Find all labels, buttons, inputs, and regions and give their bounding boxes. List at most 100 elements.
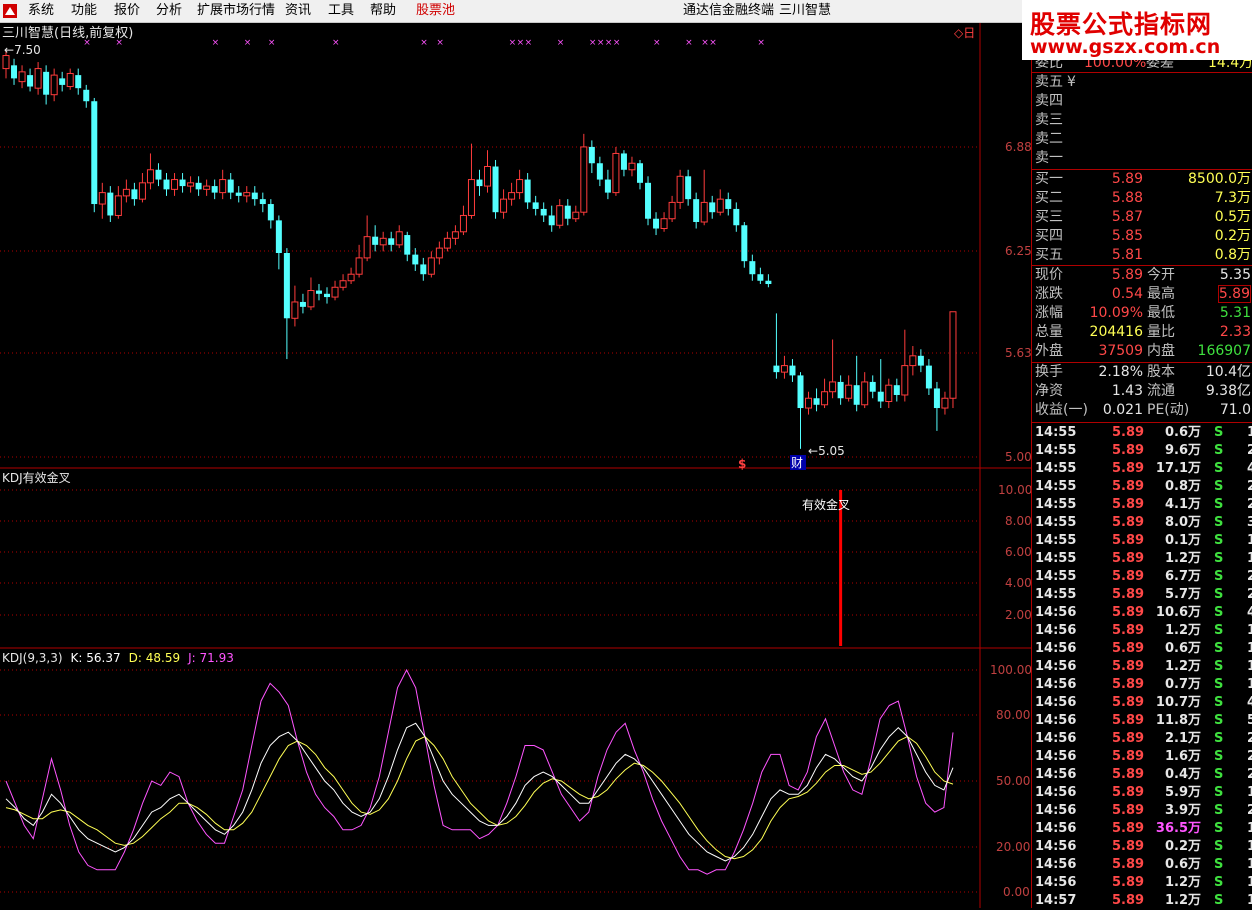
bid-row-3[interactable]: 买三 5.87 0.5万 (1032, 208, 1252, 227)
tick-row[interactable]: 14:55 5.89 8.0万 S 3 (1032, 514, 1252, 532)
kdj-d-value: D: 48.59 (129, 651, 180, 665)
tick-row[interactable]: 14:56 5.89 1.2万 S 1 (1032, 658, 1252, 676)
candle-body (283, 253, 290, 319)
menu-item-extended-market[interactable]: 扩展市场行情 (197, 3, 275, 19)
candle-body (700, 201, 708, 223)
fundamental-label: 换手 (1035, 364, 1063, 380)
tick-time: 14:55 (1035, 479, 1077, 494)
tick-count: 1 (1247, 785, 1252, 800)
tick-row[interactable]: 14:56 5.89 10.7万 S 4 (1032, 694, 1252, 712)
tick-row[interactable]: 14:56 5.89 0.7万 S 1 (1032, 676, 1252, 694)
y-tick-main-3: 5.00 (1005, 450, 1031, 464)
menu-item-stock-pool[interactable]: 股票池 (416, 3, 455, 19)
tick-row[interactable]: 14:55 5.89 0.8万 S 2 (1032, 478, 1252, 496)
tick-row[interactable]: 14:55 5.89 5.7万 S 2 (1032, 586, 1252, 604)
signal-panel-title: KDJ有效金叉 (2, 470, 71, 485)
menu-item-quote[interactable]: 报价 (114, 3, 140, 19)
tick-row[interactable]: 14:55 5.89 0.6万 S 1 (1032, 424, 1252, 442)
stat-row[interactable]: 总量 204416 量比 2.33 (1032, 323, 1252, 342)
bid-row-1[interactable]: 买一 5.89 8500.0万 (1032, 170, 1252, 189)
menu-item-system[interactable]: 系统 (28, 3, 54, 19)
dividend-mark[interactable]: $ (738, 457, 746, 471)
tick-time: 14:56 (1035, 821, 1077, 836)
menu-item-help[interactable]: 帮助 (370, 3, 396, 19)
tick-count: 2 (1247, 587, 1252, 602)
tick-side: S (1214, 803, 1224, 818)
ask-row-3[interactable]: 卖三 (1032, 111, 1252, 130)
bid-row-2[interactable]: 买二 5.88 7.3万 (1032, 189, 1252, 208)
y-tick-kdj-1: 80.00 (996, 708, 1030, 722)
tick-row[interactable]: 14:56 5.89 0.4万 S 2 (1032, 766, 1252, 784)
stat-row[interactable]: 涨跌 0.54 最高 5.89 (1032, 285, 1252, 304)
menu-item-news[interactable]: 资讯 (285, 3, 311, 19)
tick-row[interactable]: 14:55 5.89 0.1万 S 1 (1032, 532, 1252, 550)
tick-volume: 5.7万 (1164, 587, 1201, 602)
stat-row[interactable]: 现价 5.89 今开 5.35 (1032, 266, 1252, 285)
tick-row[interactable]: 14:55 5.89 6.7万 S 2 (1032, 568, 1252, 586)
tick-row[interactable]: 14:56 5.89 2.1万 S 2 (1032, 730, 1252, 748)
event-x-mark: × (613, 38, 621, 48)
panel-controls-icon[interactable]: ◇日 (954, 26, 975, 40)
candle-body (27, 75, 34, 87)
tick-row[interactable]: 14:56 5.89 10.6万 S 4 (1032, 604, 1252, 622)
candle-body (757, 274, 764, 281)
candle-body (275, 220, 282, 253)
tick-row[interactable]: 14:56 5.89 1.2万 S 1 (1032, 622, 1252, 640)
stat-row[interactable]: 外盘 37509 内盘 166907 (1032, 342, 1252, 361)
stat-row[interactable]: 涨幅 10.09% 最低 5.31 (1032, 304, 1252, 323)
candle-body (925, 365, 932, 389)
tick-row[interactable]: 14:56 5.89 0.2万 S 1 (1032, 838, 1252, 856)
tick-time: 14:56 (1035, 695, 1077, 710)
candle-body (227, 179, 234, 193)
candle-body (548, 215, 555, 226)
tick-price: 5.89 (1112, 857, 1145, 872)
ask-label: 卖一 (1035, 150, 1063, 166)
candle-body (765, 280, 772, 285)
tick-count: 1 (1247, 875, 1252, 890)
fundamental-row[interactable]: 收益(一) 0.021 PE(动) 71.0 (1032, 401, 1252, 420)
tick-row[interactable]: 14:55 5.89 17.1万 S 4 (1032, 460, 1252, 478)
fundamental-row[interactable]: 换手 2.18% 股本 10.4亿 (1032, 363, 1252, 382)
tick-row[interactable]: 14:56 5.89 1.6万 S 2 (1032, 748, 1252, 766)
bid-row-5[interactable]: 买五 5.81 0.8万 (1032, 246, 1252, 265)
ask-row-4[interactable]: 卖四 (1032, 92, 1252, 111)
ask-row-5[interactable]: 卖五 ¥ (1032, 73, 1252, 92)
tick-price: 5.89 (1112, 839, 1145, 854)
event-x-mark: × (597, 38, 605, 48)
ask-row-1[interactable]: 卖一 (1032, 149, 1252, 168)
menu-item-function[interactable]: 功能 (71, 3, 97, 19)
candle-body (388, 238, 395, 245)
tick-row[interactable]: 14:55 5.89 1.2万 S 1 (1032, 550, 1252, 568)
tick-row[interactable]: 14:56 5.89 5.9万 S 1 (1032, 784, 1252, 802)
bid-label: 买四 (1035, 228, 1063, 244)
tick-row[interactable]: 14:55 5.89 9.6万 S 2 (1032, 442, 1252, 460)
menu-item-analysis[interactable]: 分析 (156, 3, 182, 19)
candle-body (572, 211, 580, 220)
candle-body (347, 273, 355, 282)
tick-price: 5.89 (1112, 479, 1145, 494)
tick-side: S (1214, 839, 1224, 854)
chart-area[interactable]: × × × × × × × × × × × × × × × × × × × × × 三川智慧(日线,前复权) ←7.50… (0, 23, 1031, 908)
ask-row-2[interactable]: 卖二 (1032, 130, 1252, 149)
tick-row[interactable]: 14:56 5.89 1.2万 S 1 (1032, 874, 1252, 892)
tick-count: 1 (1247, 425, 1252, 440)
bid-label: 买一 (1035, 171, 1063, 187)
event-x-mark: × (589, 38, 597, 48)
bid-row-4[interactable]: 买四 5.85 0.2万 (1032, 227, 1252, 246)
ask-label: 卖三 (1035, 112, 1063, 128)
fundamental-row[interactable]: 净资 1.43 流通 9.38亿 (1032, 382, 1252, 401)
tick-volume: 1.2万 (1164, 659, 1201, 674)
candle-body (492, 166, 499, 213)
tick-row[interactable]: 14:56 5.89 0.6万 S 1 (1032, 640, 1252, 658)
menu-item-tools[interactable]: 工具 (328, 3, 354, 19)
tick-row[interactable]: 14:56 5.89 3.9万 S 2 (1032, 802, 1252, 820)
tick-row[interactable]: 14:56 5.89 11.8万 S 5 (1032, 712, 1252, 730)
candle-body (877, 391, 884, 402)
finance-mark[interactable]: 财 (791, 456, 803, 470)
tick-row[interactable]: 14:57 5.89 1.2万 S 1 (1032, 892, 1252, 910)
tick-row[interactable]: 14:56 5.89 0.6万 S 1 (1032, 856, 1252, 874)
candle-body (813, 398, 820, 405)
tick-row[interactable]: 14:55 5.89 4.1万 S 2 (1032, 496, 1252, 514)
tick-row[interactable]: 14:56 5.89 36.5万 S 1 (1032, 820, 1252, 838)
tick-count: 1 (1247, 821, 1252, 836)
